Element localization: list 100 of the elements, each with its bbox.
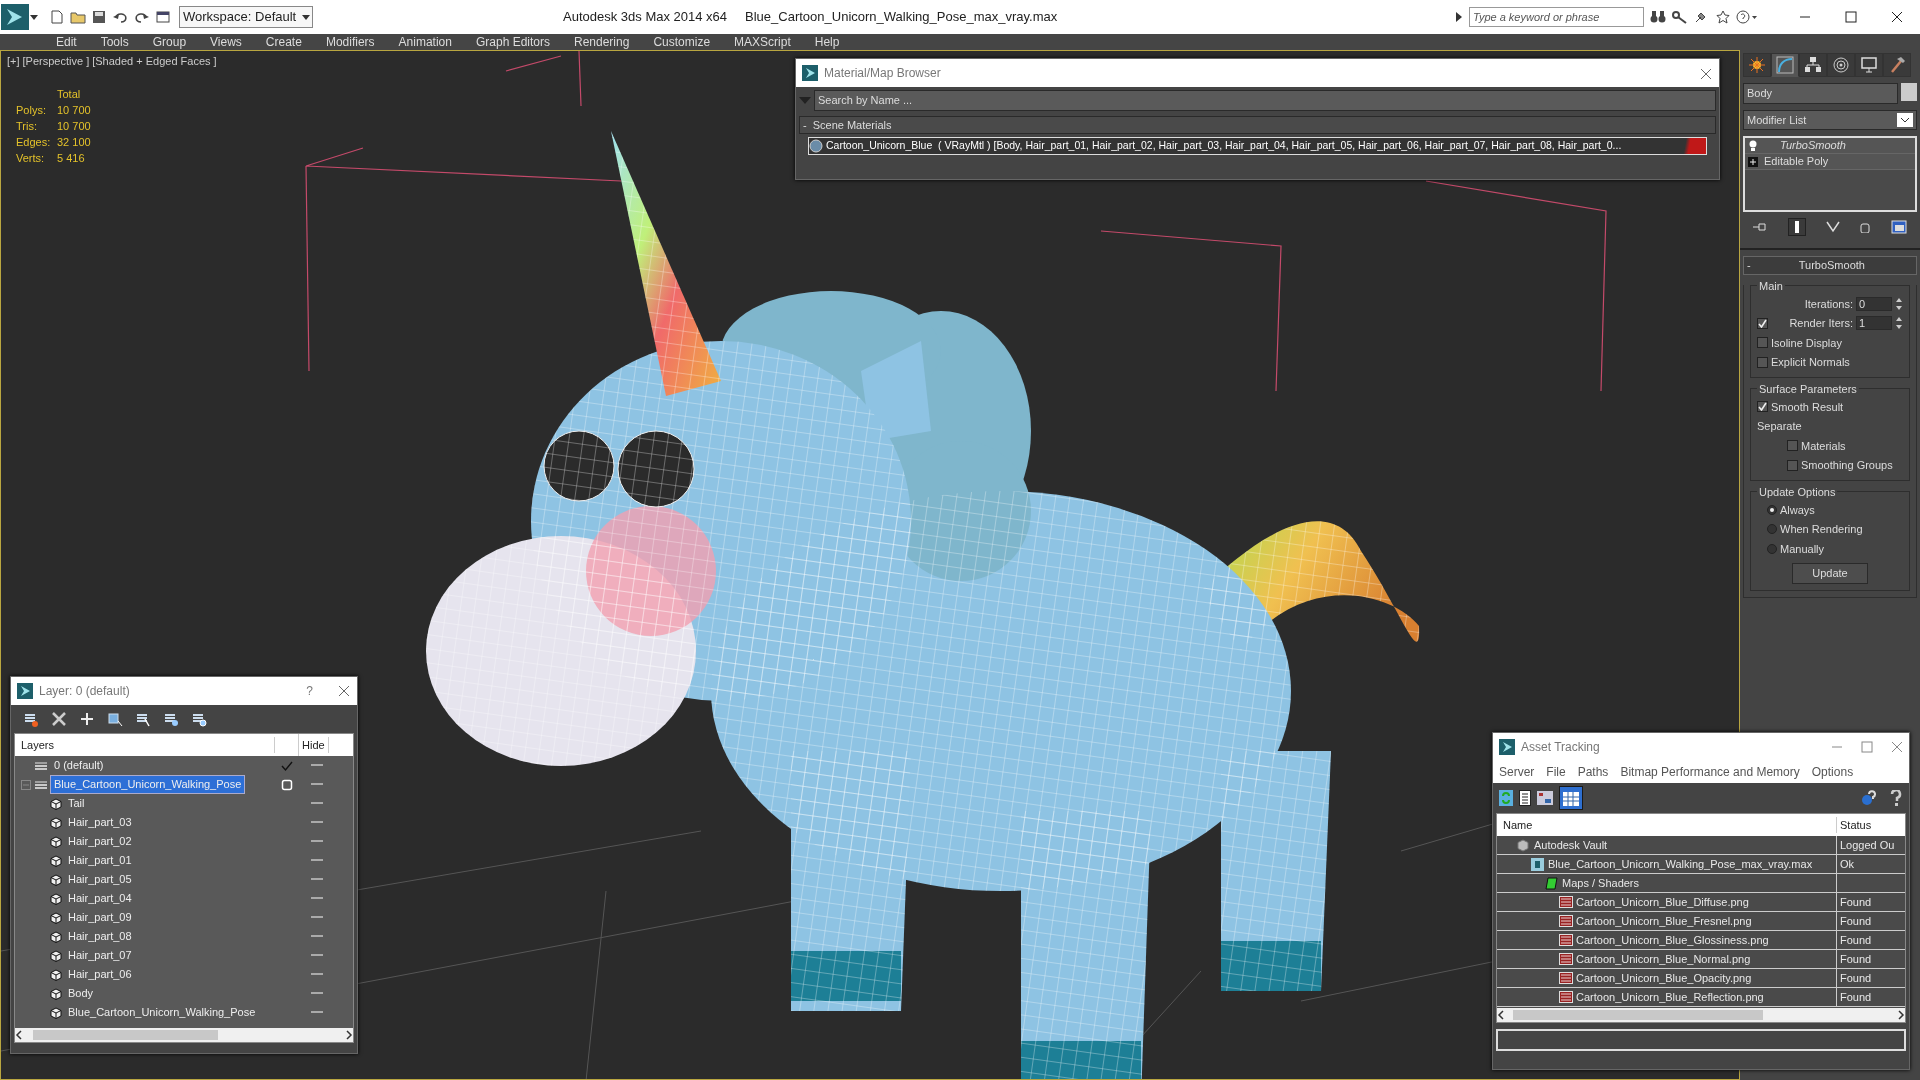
scrollbar-thumb[interactable] [33, 1030, 218, 1040]
lightbulb-icon[interactable] [1748, 139, 1758, 152]
object-name-field[interactable]: Body [1743, 83, 1898, 104]
layer-name[interactable]: Hair_part_02 [65, 833, 135, 850]
command-tab[interactable] [1883, 53, 1911, 77]
dropdown-caret-icon[interactable] [1897, 112, 1913, 127]
checkbox[interactable] [1757, 356, 1768, 368]
menu-item[interactable]: File [1546, 763, 1566, 781]
horizontal-scrollbar[interactable] [15, 1028, 353, 1042]
column-header[interactable]: Layers [15, 736, 275, 754]
fork-icon[interactable] [1825, 221, 1840, 233]
number-field[interactable]: 0 [1856, 296, 1892, 311]
path-field[interactable] [1496, 1029, 1906, 1051]
menu-item[interactable]: Help [802, 34, 852, 50]
dropdown-caret-icon[interactable] [30, 13, 38, 21]
checkbox[interactable] [1787, 440, 1798, 452]
collapse-toggle-icon[interactable] [21, 779, 31, 790]
menu-item[interactable]: Animation [386, 34, 464, 50]
layer-name[interactable]: Body [65, 985, 97, 1002]
asset-name[interactable]: Blue_Cartoon_Unicorn_Walking_Pose_max_vray.max [1548, 855, 1813, 873]
layer-name[interactable]: Hair_part_03 [65, 814, 135, 831]
app-logo-icon[interactable] [0, 3, 30, 31]
menu-item[interactable]: Edit [44, 34, 89, 50]
viewport-label[interactable]: [Perspective ] [22, 53, 90, 70]
expand-arrow-icon[interactable] [1455, 11, 1463, 23]
redo-icon[interactable] [134, 10, 150, 24]
layer-name[interactable]: Blue_Cartoon_Unicorn_Walking_Pose [51, 776, 245, 793]
online-help-icon[interactable] [1861, 790, 1877, 806]
layer-name[interactable]: Tail [65, 795, 88, 812]
modifier-stack-item[interactable]: Editable Poly [1745, 154, 1915, 170]
command-tab[interactable] [1799, 53, 1827, 77]
asset-name[interactable]: Cartoon_Unicorn_Blue_Reflection.png [1576, 988, 1764, 1006]
folder-icon[interactable] [70, 10, 86, 24]
highlight-layer-icon[interactable] [163, 711, 179, 727]
undo-icon[interactable] [112, 10, 128, 24]
freeze-layer-icon[interactable] [191, 711, 207, 727]
scroll-left-icon[interactable] [1497, 1010, 1505, 1020]
layer-name[interactable]: Hair_part_07 [65, 947, 135, 964]
menu-item[interactable]: Group [140, 34, 199, 50]
asset-name[interactable]: Autodesk Vault [1534, 836, 1608, 854]
command-tab[interactable] [1771, 53, 1799, 77]
scroll-right-icon[interactable] [1897, 1010, 1905, 1020]
viewport-label[interactable]: [Shaded + Edged Faces ] [92, 53, 217, 70]
number-field[interactable]: 1 [1856, 316, 1892, 331]
column-header[interactable]: Status [1837, 816, 1875, 834]
delete-icon[interactable] [51, 711, 67, 727]
key-icon[interactable] [1672, 10, 1688, 24]
menu-item[interactable]: Views [198, 34, 254, 50]
command-tab[interactable] [1855, 53, 1883, 77]
layer-name[interactable]: Hair_part_06 [65, 966, 135, 983]
menu-item[interactable]: Bitmap Performance and Memory [1620, 763, 1800, 781]
horizontal-scrollbar[interactable] [1497, 1008, 1905, 1022]
help-button[interactable]: ? [306, 682, 313, 700]
layer-name[interactable]: Blue_Cartoon_Unicorn_Walking_Pose [65, 1004, 259, 1021]
select-objects-icon[interactable] [107, 711, 123, 727]
scrollbar-thumb[interactable] [1513, 1010, 1763, 1020]
spinner-arrows-icon[interactable] [1895, 296, 1903, 311]
layer-name[interactable]: Hair_part_09 [65, 909, 135, 926]
menu-item[interactable]: Graph Editors [463, 34, 562, 50]
layer-name[interactable]: Hair_part_01 [65, 852, 135, 869]
checkmark-icon[interactable] [281, 759, 293, 772]
viewport-label[interactable]: [+] [7, 53, 20, 70]
bin-icon[interactable] [1860, 221, 1871, 233]
command-tab[interactable] [1743, 53, 1771, 77]
menu-item[interactable]: Paths [1577, 763, 1609, 781]
window-icon[interactable] [156, 10, 170, 24]
help-icon[interactable] [1889, 790, 1903, 806]
radio-button[interactable] [1767, 504, 1777, 515]
color-swatch[interactable] [1901, 83, 1917, 101]
menu-item[interactable]: Tools [88, 34, 141, 50]
command-tab[interactable] [1827, 53, 1855, 77]
asset-name[interactable]: Cartoon_Unicorn_Blue_Opacity.png [1576, 969, 1752, 987]
asset-name[interactable]: Cartoon_Unicorn_Blue_Normal.png [1576, 950, 1751, 968]
layer-name[interactable]: 0 (default) [51, 757, 107, 774]
menu-item[interactable]: Customize [641, 34, 723, 50]
checkbox[interactable] [1787, 459, 1798, 471]
update-button[interactable]: Update [1792, 563, 1868, 584]
square-icon[interactable] [281, 778, 293, 791]
grid-view-button[interactable] [1559, 786, 1583, 810]
menu-item[interactable]: Modifiers [313, 34, 387, 50]
spinner-arrows-icon[interactable] [1895, 316, 1903, 331]
show-end-result-icon[interactable] [1787, 218, 1806, 236]
rollout-toggle[interactable]: - [1747, 257, 1751, 274]
layer-name[interactable]: Hair_part_05 [65, 871, 135, 888]
menu-item[interactable]: Server [1499, 763, 1535, 781]
add-icon[interactable] [79, 711, 95, 727]
material-item[interactable]: Cartoon_Unicorn_Blue ( VRayMtl ) [Body, Hair_part_01, Hair_part_02, Hair_part_03, Hair_part_04, Hair_part_05, Hair_part_06, Hair_part_07, Hair_part_08, Hair_part_0... [808, 137, 1707, 155]
asset-name[interactable]: Maps / Shaders [1562, 874, 1640, 892]
menu-item[interactable]: Rendering [562, 34, 642, 50]
configure-icon[interactable] [1890, 220, 1907, 234]
checkbox[interactable] [1757, 401, 1768, 413]
asset-name[interactable]: Cartoon_Unicorn_Blue_Glossiness.png [1576, 931, 1769, 949]
asset-name[interactable]: Cartoon_Unicorn_Blue_Diffuse.png [1576, 893, 1749, 911]
search-field[interactable]: Type a keyword or phrase [1469, 6, 1644, 28]
column-header[interactable]: Hide [299, 736, 329, 754]
new-layer-icon[interactable] [23, 711, 39, 727]
section-header[interactable]: - Scene Materials [799, 115, 1716, 134]
modifier-stack-item[interactable]: TurboSmooth [1745, 138, 1915, 154]
layer-name[interactable]: Hair_part_08 [65, 928, 135, 945]
menu-item[interactable]: Create [253, 34, 314, 50]
